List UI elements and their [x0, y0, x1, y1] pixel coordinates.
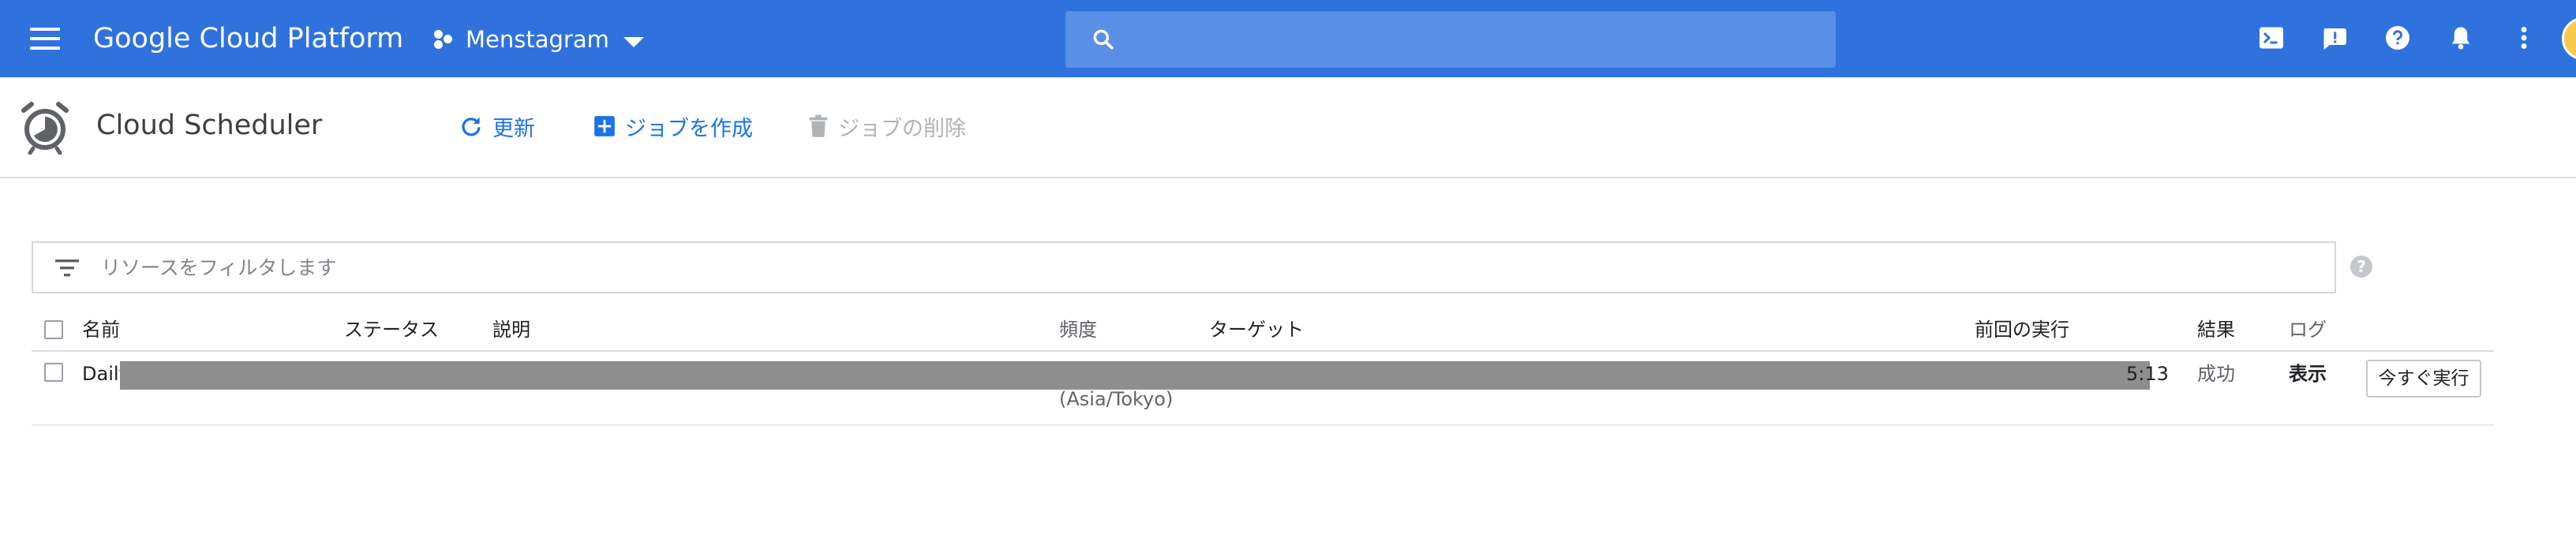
trash-icon [809, 114, 828, 137]
filter-placeholder: リソースをフィルタします [101, 256, 337, 279]
refresh-button[interactable]: 更新 [459, 112, 535, 141]
brand-title[interactable]: Google Cloud Platform [93, 21, 403, 57]
create-job-button[interactable]: ジョブを作成 [593, 112, 753, 141]
add-box-icon [594, 116, 615, 136]
create-job-label: ジョブを作成 [625, 116, 753, 141]
help-icon[interactable] [2383, 24, 2412, 52]
cloud-shell-icon[interactable] [2257, 24, 2286, 52]
frequency-timezone: (Asia/Tokyo) [1059, 388, 1174, 410]
search-icon [1093, 29, 1114, 50]
refresh-label: 更新 [492, 116, 535, 141]
column-header-status[interactable]: ステータス [344, 317, 439, 342]
column-header-name[interactable]: 名前 [82, 317, 120, 342]
project-icon [432, 28, 455, 50]
refresh-icon [462, 117, 481, 136]
filter-input[interactable]: リソースをフィルタします [32, 241, 2336, 293]
column-header-log[interactable]: ログ [2289, 317, 2327, 342]
filter-list-icon [55, 259, 79, 277]
column-header-result[interactable]: 結果 [2197, 317, 2235, 342]
search-input[interactable] [1065, 11, 1836, 68]
more-vert-icon[interactable] [2510, 24, 2538, 52]
project-selector[interactable]: Menstagram [432, 21, 644, 58]
column-header-description[interactable]: 説明 [492, 317, 530, 342]
result-status: 成功 [2197, 363, 2235, 385]
select-all-checkbox[interactable] [44, 320, 63, 339]
menu-icon[interactable] [30, 26, 60, 51]
column-header-last-run[interactable]: 前回の実行 [1975, 317, 2069, 342]
notifications-icon[interactable] [2447, 24, 2475, 52]
column-header-frequency[interactable]: 頻度 [1059, 317, 1097, 342]
column-header-target[interactable]: ターゲット [1209, 317, 1304, 342]
dropdown-caret-icon [623, 36, 644, 47]
redacted-region [120, 361, 2150, 390]
delete-job-label: ジョブの削除 [838, 116, 966, 141]
table-row: Daily 5:13 (Asia/Tokyo) 成功 表示 今すぐ実行 [32, 352, 2494, 426]
page-header: Cloud Scheduler 更新 ジョブを作成 ジョブの削除 [0, 77, 2576, 178]
table-header: 名前 ステータス 説明 頻度 ターゲット 前回の実行 結果 ログ [32, 311, 2494, 352]
run-now-button[interactable]: 今すぐ実行 [2366, 360, 2481, 398]
page-title: Cloud Scheduler [96, 110, 323, 141]
project-name: Menstagram [466, 26, 609, 53]
last-run-time: 5:13 [2126, 363, 2169, 385]
filter-help-icon[interactable]: ? [2350, 256, 2372, 278]
row-checkbox[interactable] [44, 363, 63, 382]
cloud-scheduler-icon [21, 102, 69, 155]
feedback-icon[interactable] [2320, 24, 2349, 52]
avatar[interactable] [2562, 17, 2576, 60]
delete-job-button: ジョブの削除 [808, 112, 966, 141]
top-app-bar: Google Cloud Platform Menstagram [0, 0, 2576, 77]
view-log-link[interactable]: 表示 [2289, 361, 2327, 386]
